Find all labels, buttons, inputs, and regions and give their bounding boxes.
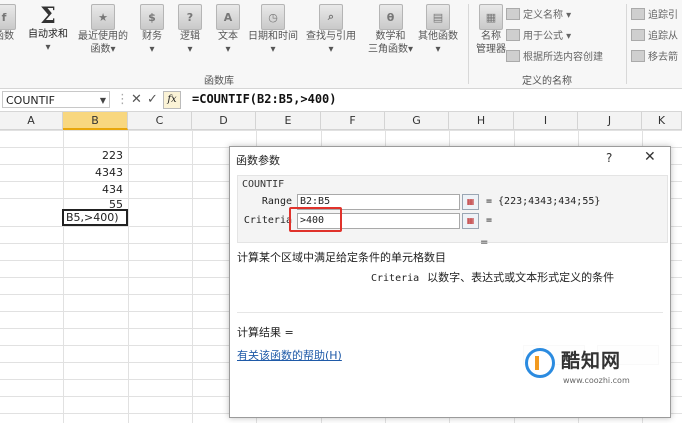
- coozhi-logo-icon: [525, 348, 555, 378]
- range-result: = {223;4343;434;55}: [486, 196, 601, 207]
- criteria-highlight-box: [289, 207, 342, 232]
- create-from-selection-button[interactable]: 根据所选内容创建: [506, 48, 603, 63]
- collapse-dialog-icon[interactable]: ▦: [462, 194, 479, 210]
- column-header-i[interactable]: I: [514, 112, 578, 130]
- insert-function-icon[interactable]: fx: [163, 91, 181, 109]
- text-button[interactable]: A 文本 ▾: [216, 4, 240, 56]
- recently-used-button[interactable]: ★ 最近使用的 函数▾: [78, 4, 128, 56]
- criteria-result: =: [486, 215, 493, 226]
- cell-b3[interactable]: 4343: [63, 166, 123, 179]
- column-header-j[interactable]: J: [578, 112, 642, 130]
- group-label-function-library: 函数库: [204, 76, 234, 87]
- function-book-icon: ⌕: [319, 4, 343, 30]
- function-book-icon: A: [216, 4, 240, 30]
- column-header-f[interactable]: F: [321, 112, 385, 130]
- column-header-c[interactable]: C: [128, 112, 192, 130]
- close-icon[interactable]: ✕: [644, 149, 656, 165]
- column-header-b[interactable]: B: [63, 112, 128, 130]
- use-in-formula-icon: [506, 28, 520, 41]
- financial-button[interactable]: $ 财务 ▾: [140, 4, 164, 56]
- column-header-k[interactable]: K: [642, 112, 682, 130]
- collapse-dialog-icon[interactable]: ▦: [462, 213, 479, 229]
- column-header-e[interactable]: E: [256, 112, 321, 130]
- function-book-icon: $: [140, 4, 164, 30]
- function-book-icon: ▤: [426, 4, 450, 30]
- watermark: 酷知网 www.coozhi.com: [521, 340, 661, 398]
- define-name-button[interactable]: 定义名称 ▾: [506, 6, 571, 21]
- group-divider: [468, 4, 469, 84]
- function-book-icon: ?: [178, 4, 202, 30]
- column-header-d[interactable]: D: [192, 112, 256, 130]
- argument-description: Criteria 以数字、表达式或文本形式定义的条件: [371, 271, 615, 284]
- cancel-icon[interactable]: ✕: [131, 92, 142, 107]
- create-from-selection-icon: [506, 49, 520, 62]
- math-trig-button[interactable]: θ 数学和 三角函数▾: [368, 4, 413, 56]
- ribbon: f 函数 Σ 自动求和 ▾ ★ 最近使用的 函数▾ $ 财务 ▾ ? 逻辑 ▾ …: [0, 0, 682, 89]
- name-manager-icon: ▦: [479, 4, 503, 30]
- criteria-label: Criteria: [243, 215, 292, 226]
- name-manager-button[interactable]: ▦ 名称 管理器: [476, 4, 506, 56]
- trace-dependents-icon: [631, 28, 645, 41]
- check-icon[interactable]: ✓: [147, 92, 158, 107]
- trace-precedents-icon: [631, 7, 645, 20]
- define-name-icon: [506, 7, 520, 20]
- trace-precedents-button[interactable]: 追踪引: [631, 6, 678, 21]
- watermark-name: 酷知网: [561, 350, 622, 372]
- range-label: Range: [261, 196, 292, 207]
- column-header-g[interactable]: G: [385, 112, 449, 130]
- logical-button[interactable]: ? 逻辑 ▾: [178, 4, 202, 56]
- name-box[interactable]: COUNTIF ▼: [2, 91, 110, 108]
- drag-handle-icon[interactable]: ⋮: [116, 92, 129, 107]
- remove-arrows-button[interactable]: 移去箭: [631, 48, 678, 63]
- column-header-a[interactable]: A: [0, 112, 63, 130]
- divider: [237, 312, 663, 313]
- cell-b2[interactable]: 223: [63, 149, 123, 162]
- function-book-icon: ◷: [261, 4, 285, 30]
- column-header-h[interactable]: H: [449, 112, 514, 130]
- trace-dependents-button[interactable]: 追踪从: [631, 27, 678, 42]
- group-label-defined-names: 定义的名称: [522, 76, 572, 87]
- function-book-icon: f: [0, 4, 16, 30]
- calculation-result: 计算结果 =: [237, 326, 294, 339]
- help-icon[interactable]: ?: [606, 151, 612, 165]
- insert-function-button[interactable]: f 函数: [0, 4, 16, 43]
- autosum-button[interactable]: Σ 自动求和 ▾: [28, 3, 68, 54]
- function-description: 计算某个区域中满足给定条件的单元格数目: [237, 251, 446, 264]
- use-in-formula-button[interactable]: 用于公式 ▾: [506, 27, 571, 42]
- watermark-url: www.coozhi.com: [563, 376, 630, 385]
- lookup-reference-button[interactable]: ⌕ 查找与引用 ▾: [306, 4, 356, 56]
- function-book-icon: ★: [91, 4, 115, 30]
- dialog-title: 函数参数: [236, 154, 280, 167]
- function-name: COUNTIF: [242, 179, 285, 190]
- sigma-icon: Σ: [40, 3, 56, 29]
- function-help-link[interactable]: 有关该函数的帮助(H): [237, 347, 342, 363]
- date-time-button[interactable]: ◷ 日期和时间 ▾: [248, 4, 298, 56]
- more-functions-button[interactable]: ▤ 其他函数 ▾: [418, 4, 458, 56]
- group-divider: [626, 4, 627, 84]
- formula-result-equals: =: [480, 237, 489, 248]
- cell-b4[interactable]: 434: [63, 183, 123, 196]
- function-book-icon: θ: [378, 4, 403, 30]
- formula-input[interactable]: =COUNTIF(B2:B5,>400): [192, 92, 337, 106]
- active-edit-cell[interactable]: B5,>400): [62, 209, 128, 226]
- remove-arrows-icon: [631, 49, 645, 62]
- formula-bar: COUNTIF ▼ ⋮ ✕ ✓ fx =COUNTIF(B2:B5,>400): [0, 89, 682, 112]
- chevron-down-icon[interactable]: ▼: [100, 92, 106, 109]
